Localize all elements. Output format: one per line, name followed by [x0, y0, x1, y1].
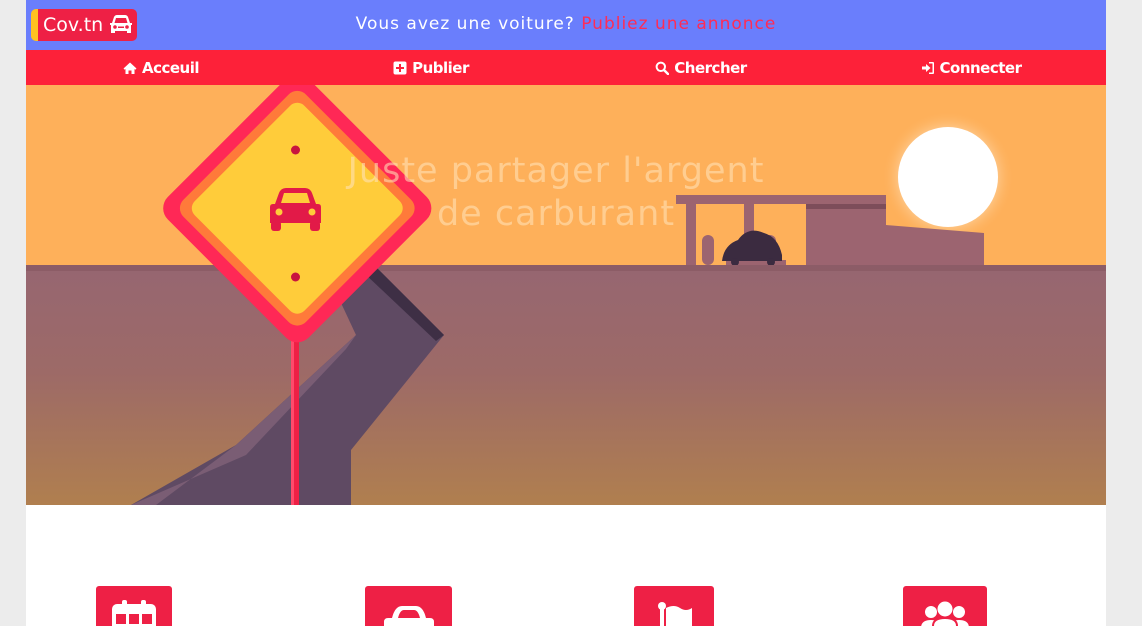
nav-item-label: Acceuil [141, 58, 200, 77]
hero-tagline-line2: de carburant [436, 194, 676, 234]
feature-users [903, 586, 987, 626]
feature-car [365, 586, 452, 626]
horizon-shadow [26, 265, 1106, 271]
station-shade [806, 204, 886, 209]
sun [898, 127, 998, 227]
nav-item-acceuil[interactable]: Acceuil [26, 50, 296, 85]
main-nav: Acceuil Publier Chercher Connecter [26, 50, 1106, 85]
publish-ad-link[interactable]: Publiez une annonce [581, 14, 776, 34]
hero-tagline-line1: Juste partager l'argent [347, 151, 765, 191]
feature-calendar [96, 586, 172, 626]
hero-illustration [26, 85, 1106, 505]
ground [26, 265, 1106, 505]
nav-item-publier[interactable]: Publier [296, 50, 566, 85]
sign-in-icon [921, 61, 934, 74]
car-icon [383, 606, 434, 626]
nav-item-label: Connecter [939, 58, 1022, 77]
nav-item-connecter[interactable]: Connecter [836, 50, 1106, 85]
search-icon [655, 61, 670, 75]
users-icon [921, 601, 969, 626]
promo-question: Vous avez une voiture? [355, 14, 575, 34]
hero-banner: Juste partager l'argent de carburant [26, 85, 1106, 505]
nav-item-chercher[interactable]: Chercher [566, 50, 836, 85]
hero-tagline: Juste partager l'argent de carburant [326, 150, 786, 236]
feature-flag [634, 586, 714, 626]
promo-text: Vous avez une voiture? Publiez une annon… [26, 14, 1106, 34]
flag-icon [658, 602, 692, 626]
plus-square-icon [393, 61, 407, 74]
home-icon [123, 62, 137, 74]
calendar-icon [112, 600, 156, 626]
nav-item-label: Chercher [674, 58, 747, 77]
page: Cov.tn Vous avez une voiture? Publiez un… [26, 0, 1106, 626]
top-banner: Cov.tn Vous avez une voiture? Publiez un… [26, 0, 1106, 50]
nav-item-label: Publier [412, 58, 469, 77]
